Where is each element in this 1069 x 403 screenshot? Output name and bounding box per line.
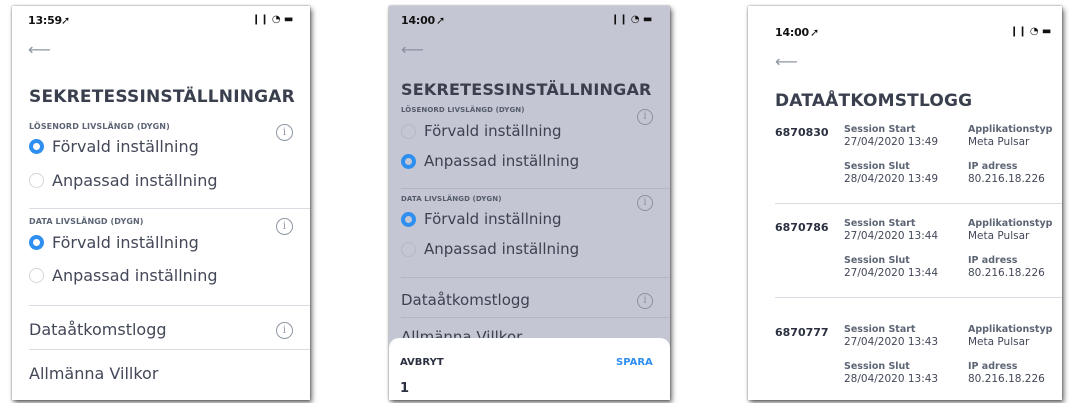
data-custom-option-label[interactable]: Anpassad inställning <box>52 266 218 285</box>
status-time: 14:00 <box>775 26 810 39</box>
ip-value: 80.216.18.226 <box>968 267 1045 279</box>
ip-label: IP adress <box>968 361 1018 372</box>
privacy-settings-screen: 13:59 ➚ ❙❙ ◔ ▬ ⟵ SEKRETESSINSTÄLLNINGAR … <box>12 6 310 400</box>
location-arrow-icon: ➚ <box>436 14 446 27</box>
password-default-option-label[interactable]: Förvald inställning <box>424 122 562 140</box>
back-arrow-icon[interactable]: ⟵ <box>401 40 424 59</box>
status-icons: ❙❙ ◔ ▬ <box>252 14 294 25</box>
ip-label: IP adress <box>968 255 1018 266</box>
divider <box>29 349 310 350</box>
app-type-label: Applikationstyp <box>968 124 1053 135</box>
data-default-radio[interactable] <box>401 212 416 227</box>
back-arrow-icon[interactable]: ⟵ <box>28 40 51 59</box>
divider <box>401 277 670 278</box>
divider <box>29 305 310 306</box>
ip-value: 80.216.18.226 <box>968 173 1045 185</box>
access-log-screen: 14:00 ➚ ❙❙ ◔ ▬ ⟵ DATAÅTKOMSTLOGG 6870830… <box>748 6 1062 400</box>
data-lifetime-section-label: DATA LIVSLÄNGD (DYGN) <box>401 195 502 203</box>
password-default-option-label[interactable]: Förvald inställning <box>52 137 199 156</box>
password-lifetime-info-icon[interactable]: i <box>276 124 293 141</box>
data-lifetime-info-icon[interactable]: i <box>637 195 653 211</box>
data-default-option-label[interactable]: Förvald inställning <box>52 233 199 252</box>
password-lifetime-section-label: LÖSENORD LIVSLÄNGD (DYGN) <box>401 106 525 114</box>
session-id: 6870830 <box>775 126 829 139</box>
session-end-label: Session Slut <box>844 255 910 266</box>
password-lifetime-section-label: LÖSENORD LIVSLÄNGD (DYGN) <box>29 122 170 131</box>
app-type-value: Meta Pulsar <box>968 230 1030 242</box>
page-title: SEKRETESSINSTÄLLNINGAR <box>401 80 652 99</box>
page-title: DATAÅTKOMSTLOGG <box>775 91 973 111</box>
app-type-value: Meta Pulsar <box>968 136 1030 148</box>
session-start-value: 27/04/2020 13:44 <box>844 230 939 242</box>
password-lifetime-info-icon[interactable]: i <box>637 109 653 125</box>
ip-label: IP adress <box>968 161 1018 172</box>
divider <box>401 188 670 189</box>
session-start-value: 27/04/2020 13:43 <box>844 336 939 348</box>
session-end-value: 28/04/2020 13:43 <box>844 373 939 385</box>
app-type-label: Applikationstyp <box>968 324 1053 335</box>
session-start-label: Session Start <box>844 324 916 335</box>
session-id: 6870777 <box>775 326 829 339</box>
access-log-link[interactable]: Dataåtkomstlogg <box>29 320 167 339</box>
password-custom-option-label[interactable]: Anpassad inställning <box>52 171 218 190</box>
back-arrow-icon[interactable]: ⟵ <box>775 52 798 71</box>
divider <box>775 203 1062 204</box>
cancel-button[interactable]: AVBRYT <box>400 357 444 368</box>
status-time: 13:59 <box>28 14 63 27</box>
value-picker-sheet: AVBRYT SPARA 1 <box>389 338 670 400</box>
session-start-value: 27/04/2020 13:49 <box>844 136 939 148</box>
session-end-value: 27/04/2020 13:44 <box>844 267 939 279</box>
app-type-label: Applikationstyp <box>968 218 1053 229</box>
session-end-label: Session Slut <box>844 161 910 172</box>
session-start-label: Session Start <box>844 218 916 229</box>
access-log-link[interactable]: Dataåtkomstlogg <box>401 291 530 309</box>
password-custom-option-label[interactable]: Anpassad inställning <box>424 152 579 170</box>
status-icons: ❙❙ ◔ ▬ <box>611 14 653 25</box>
save-button[interactable]: SPARA <box>616 357 653 368</box>
divider <box>401 317 670 318</box>
password-custom-radio[interactable] <box>29 173 44 188</box>
page-title: SEKRETESSINSTÄLLNINGAR <box>29 87 295 107</box>
data-default-option-label[interactable]: Förvald inställning <box>424 210 562 228</box>
divider <box>775 297 1062 298</box>
data-lifetime-info-icon[interactable]: i <box>276 218 293 235</box>
status-icons: ❙❙ ◔ ▬ <box>1010 26 1052 37</box>
data-default-radio[interactable] <box>29 235 44 250</box>
session-id: 6870786 <box>775 221 829 234</box>
access-log-info-icon[interactable]: i <box>637 293 653 309</box>
status-time: 14:00 <box>401 14 436 27</box>
session-end-value: 28/04/2020 13:49 <box>844 173 939 185</box>
data-lifetime-section-label: DATA LIVSLÄNGD (DYGN) <box>29 217 144 226</box>
data-custom-radio[interactable] <box>401 242 416 257</box>
data-custom-option-label[interactable]: Anpassad inställning <box>424 240 579 258</box>
password-default-radio[interactable] <box>29 139 44 154</box>
data-custom-radio[interactable] <box>29 268 44 283</box>
divider <box>29 208 310 209</box>
location-arrow-icon: ➚ <box>61 14 71 27</box>
app-type-value: Meta Pulsar <box>968 336 1030 348</box>
access-log-info-icon[interactable]: i <box>276 322 293 339</box>
terms-link[interactable]: Allmänna Villkor <box>29 364 158 383</box>
picker-value[interactable]: 1 <box>400 381 409 396</box>
ip-value: 80.216.18.226 <box>968 373 1045 385</box>
password-default-radio[interactable] <box>401 124 416 139</box>
session-end-label: Session Slut <box>844 361 910 372</box>
session-start-label: Session Start <box>844 124 916 135</box>
password-custom-radio[interactable] <box>401 154 416 169</box>
location-arrow-icon: ➚ <box>810 26 820 39</box>
privacy-settings-picker-screen: 14:00 ➚ ❙❙ ◔ ▬ ⟵ SEKRETESSINSTÄLLNINGAR … <box>389 6 670 400</box>
